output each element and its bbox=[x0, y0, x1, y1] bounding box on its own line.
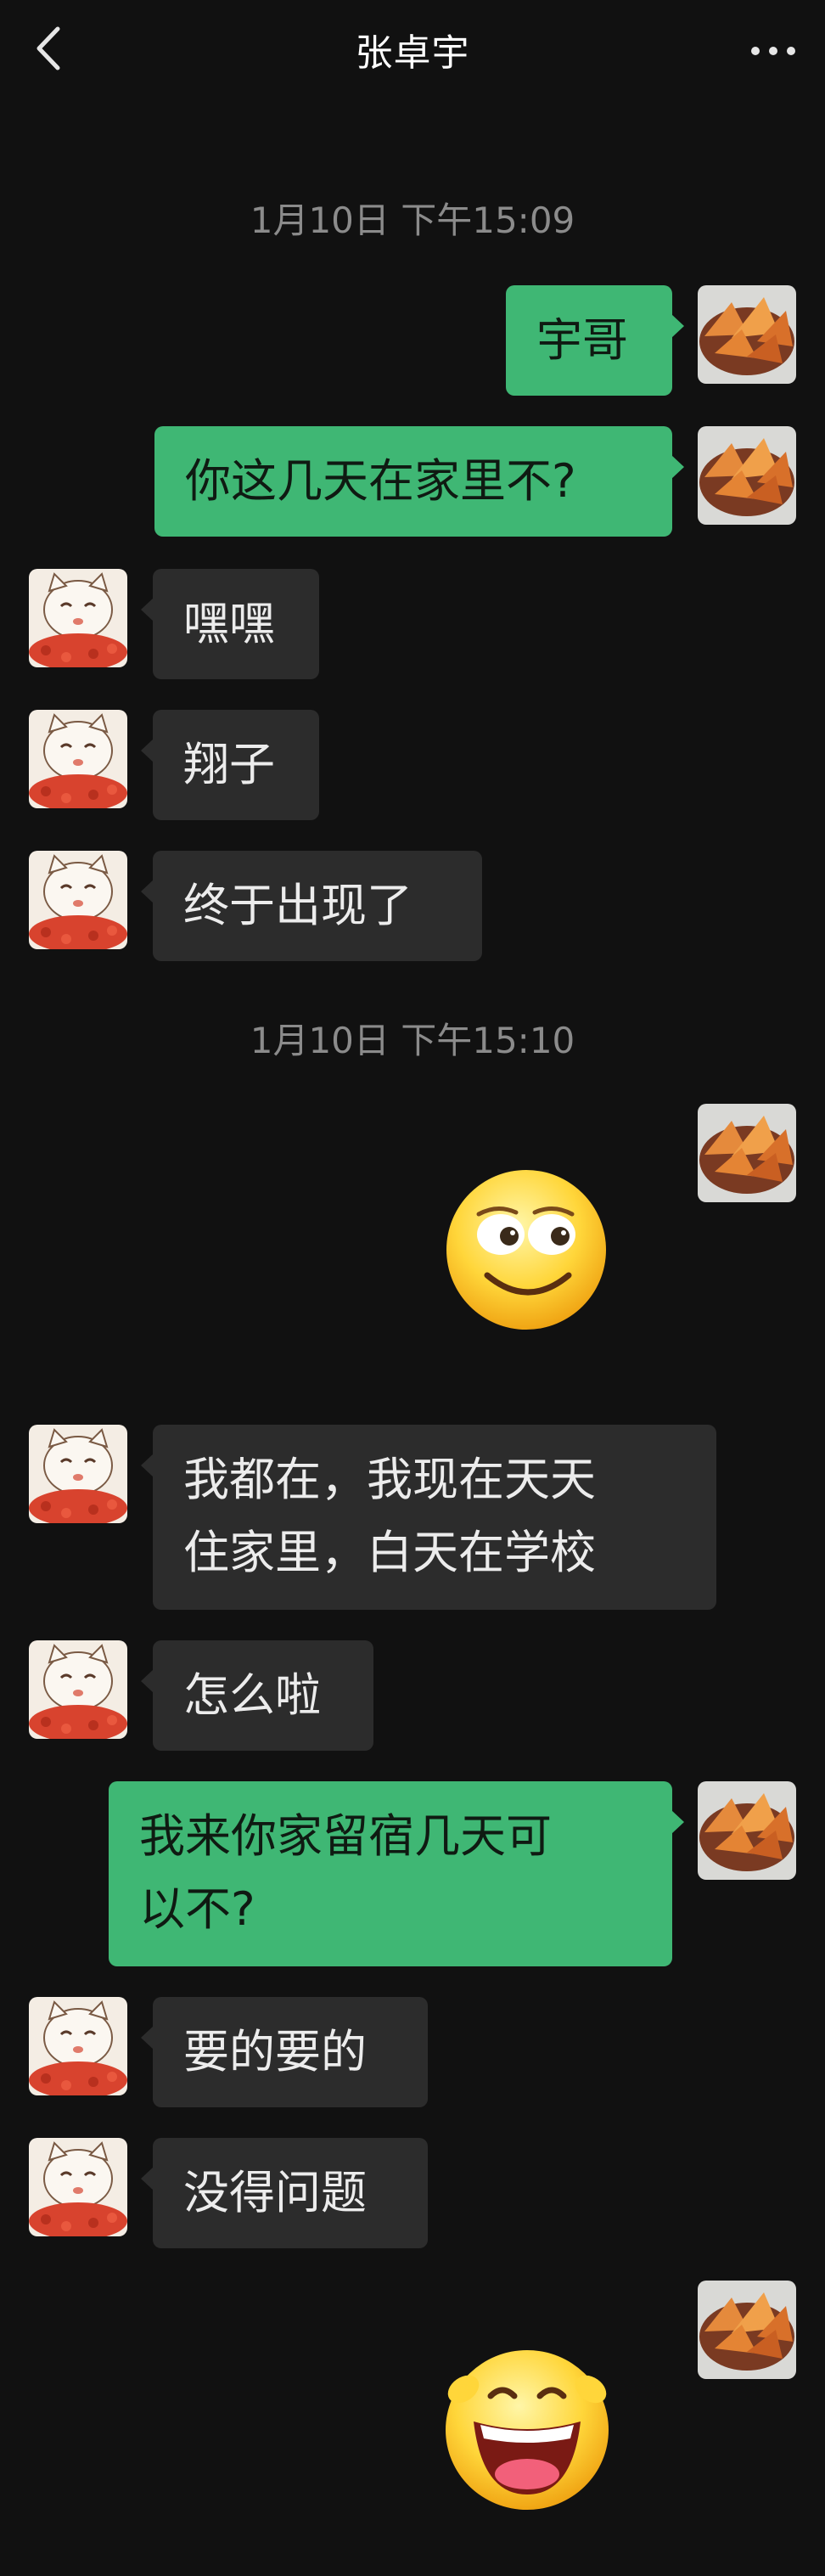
my-avatar[interactable] bbox=[698, 1104, 796, 1202]
sticker-message[interactable] bbox=[438, 2337, 616, 2515]
message-bubble-incoming[interactable]: 嘿嘿 bbox=[141, 569, 319, 679]
timestamp: 1月10日 下午15:09 bbox=[250, 200, 575, 241]
cartoon-cat-avatar-icon bbox=[29, 1997, 127, 2095]
message-text: 翔子 bbox=[183, 738, 275, 791]
food-photo-avatar-icon bbox=[698, 1104, 796, 1202]
message-text: 怎么啦 bbox=[183, 1668, 321, 1722]
my-avatar[interactable] bbox=[698, 426, 796, 525]
message-text: 你这几天在家里不? bbox=[185, 454, 576, 508]
cartoon-cat-avatar-icon bbox=[29, 851, 127, 949]
cartoon-cat-avatar-icon bbox=[29, 710, 127, 808]
cartoon-cat-avatar-icon bbox=[29, 1425, 127, 1523]
message-text: 宇哥 bbox=[536, 313, 628, 367]
my-avatar[interactable] bbox=[698, 1781, 796, 1880]
cartoon-cat-avatar-icon bbox=[29, 2138, 127, 2236]
message-text-line: 住家里，白天在学校 bbox=[183, 1526, 596, 1579]
message-text: 要的要的 bbox=[183, 2025, 367, 2078]
message-text-line: 我来你家留宿几天可 bbox=[139, 1809, 552, 1863]
message-text: 终于出现了 bbox=[183, 879, 412, 932]
cartoon-cat-avatar-icon bbox=[29, 1640, 127, 1739]
message-bubble-incoming[interactable]: 我都在，我现在天天 住家里，白天在学校 bbox=[141, 1425, 716, 1610]
contact-avatar[interactable] bbox=[29, 2138, 127, 2236]
food-photo-avatar-icon bbox=[698, 2281, 796, 2379]
chat-title: 张卓宇 bbox=[355, 31, 470, 75]
cartoon-cat-avatar-icon bbox=[29, 569, 127, 667]
message-bubble-outgoing[interactable]: 你这几天在家里不? bbox=[154, 426, 684, 537]
message-bubble-incoming[interactable]: 怎么啦 bbox=[141, 1640, 373, 1751]
message-bubble-incoming[interactable]: 终于出现了 bbox=[141, 851, 482, 961]
laughing-emoji-icon bbox=[446, 2350, 609, 2510]
food-photo-avatar-icon bbox=[698, 1781, 796, 1880]
sly-smile-emoji-icon bbox=[446, 1170, 606, 1330]
contact-avatar[interactable] bbox=[29, 710, 127, 808]
food-photo-avatar-icon bbox=[698, 285, 796, 384]
my-avatar[interactable] bbox=[698, 2281, 796, 2379]
message-text: 没得问题 bbox=[183, 2166, 367, 2219]
more-button[interactable] bbox=[744, 25, 803, 76]
contact-avatar[interactable] bbox=[29, 1425, 127, 1523]
food-photo-avatar-icon bbox=[698, 426, 796, 525]
message-bubble-outgoing[interactable]: 我来你家留宿几天可 以不? bbox=[109, 1781, 684, 1966]
sticker-message[interactable] bbox=[443, 1167, 609, 1333]
contact-avatar[interactable] bbox=[29, 851, 127, 949]
message-text-line: 以不? bbox=[139, 1882, 255, 1936]
message-bubble-outgoing[interactable]: 宇哥 bbox=[506, 285, 684, 396]
more-dots-icon bbox=[751, 47, 795, 55]
message-bubble-incoming[interactable]: 翔子 bbox=[141, 710, 319, 820]
chat-screen: 张卓宇 1月10日 下午15:09 宇哥 你这几天在家里不? 嘿嘿 翔子 终于出… bbox=[0, 0, 825, 2576]
message-text-line: 我都在，我现在天天 bbox=[183, 1453, 596, 1506]
chat-header: 张卓宇 bbox=[0, 0, 825, 95]
contact-avatar[interactable] bbox=[29, 1640, 127, 1739]
message-bubble-incoming[interactable]: 要的要的 bbox=[141, 1997, 428, 2107]
my-avatar[interactable] bbox=[698, 285, 796, 384]
message-bubble-incoming[interactable]: 没得问题 bbox=[141, 2138, 428, 2248]
contact-avatar[interactable] bbox=[29, 569, 127, 667]
message-text: 嘿嘿 bbox=[183, 597, 275, 650]
timestamp: 1月10日 下午15:10 bbox=[250, 1020, 575, 1061]
contact-avatar[interactable] bbox=[29, 1997, 127, 2095]
